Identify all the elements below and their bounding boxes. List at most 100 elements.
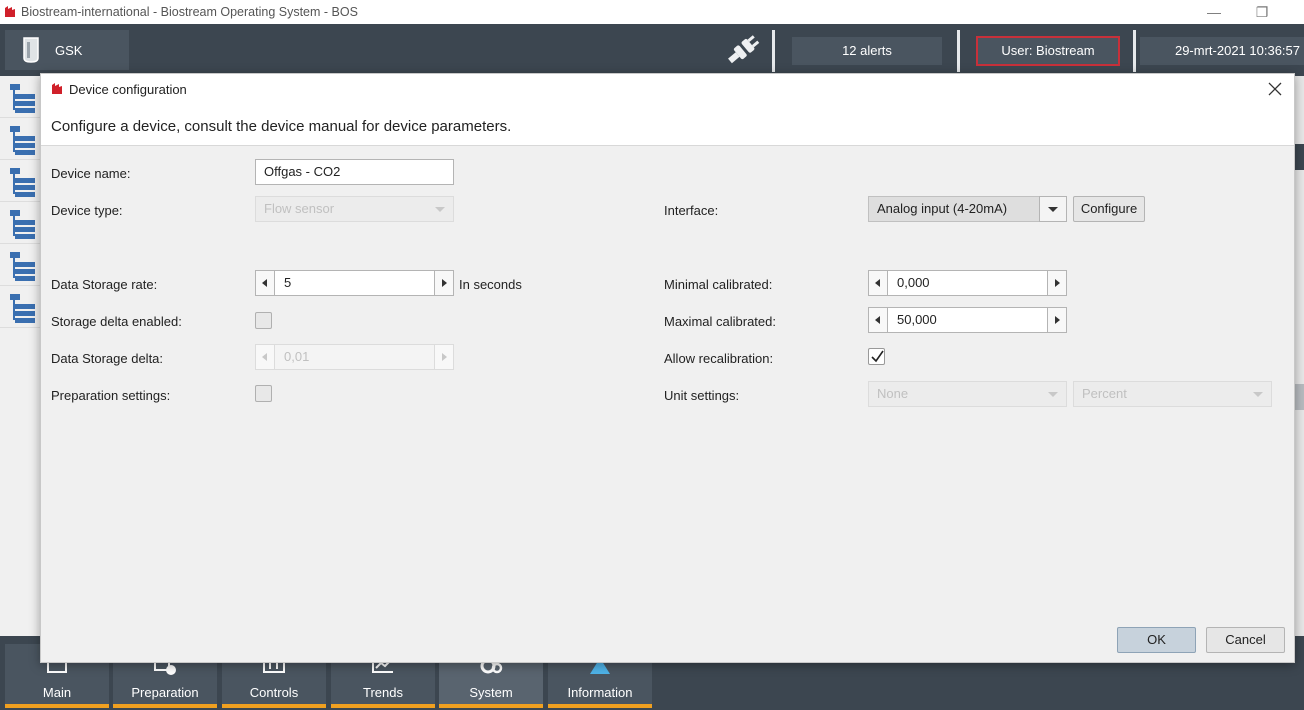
increment-button[interactable]: [1047, 271, 1066, 295]
minimize-button[interactable]: —: [1194, 0, 1234, 24]
storage-rate-unit: In seconds: [459, 277, 522, 292]
chevron-down-icon: [1048, 207, 1058, 212]
storage-delta-label: Data Storage delta:: [51, 351, 164, 366]
sidebar-item[interactable]: [0, 202, 40, 244]
vessel-icon: [23, 37, 39, 63]
increment-button: [434, 345, 453, 369]
chevron-down-icon: [1253, 392, 1263, 397]
restore-button[interactable]: ❐: [1242, 0, 1282, 24]
interface-dropdown-button[interactable]: [1039, 196, 1067, 222]
min-calibrated-spinner[interactable]: 0,000: [868, 270, 1067, 296]
allow-recalibration-checkbox[interactable]: [868, 348, 885, 365]
device-tree-icon: [10, 210, 35, 239]
interface-select[interactable]: Analog input (4-20mA): [868, 196, 1067, 222]
storage-rate-value[interactable]: 5: [284, 271, 291, 295]
device-type-select: Flow sensor: [255, 196, 454, 222]
app-topbar: GSK 12 alerts User: Biostream 29-mrt-202…: [0, 24, 1304, 76]
arrow-left-icon: [262, 279, 267, 287]
device-name-label: Device name:: [51, 166, 131, 181]
nav-tab-label: Preparation: [131, 685, 199, 700]
device-tree-icon: [10, 252, 35, 281]
plant-selector[interactable]: GSK: [5, 30, 129, 70]
arrow-right-icon: [1055, 279, 1060, 287]
user-button[interactable]: User: Biostream: [976, 36, 1120, 66]
app-logo-icon: [5, 6, 15, 17]
unit-select: Percent: [1073, 381, 1272, 407]
device-configuration-dialog: Device configuration Configure a device,…: [40, 73, 1295, 663]
background-scrollbar[interactable]: [1295, 384, 1304, 410]
sidebar-item[interactable]: [0, 76, 40, 118]
chevron-down-icon: [435, 207, 445, 212]
nav-tab-label: Controls: [249, 685, 299, 700]
device-tree-icon: [10, 168, 35, 197]
decrement-button[interactable]: [869, 271, 888, 295]
sidebar-item[interactable]: [0, 160, 40, 202]
device-name-input[interactable]: Offgas - CO2: [255, 159, 454, 185]
device-tree-icon: [10, 294, 35, 323]
cancel-button[interactable]: Cancel: [1206, 627, 1285, 653]
datetime-display: 29-mrt-2021 10:36:57: [1140, 37, 1304, 65]
interface-value: Analog input (4-20mA): [877, 201, 1008, 216]
max-calibrated-label: Maximal calibrated:: [664, 314, 776, 329]
background-panel-edge: [1295, 76, 1304, 636]
decrement-button[interactable]: [256, 271, 275, 295]
dialog-subtitle: Configure a device, consult the device m…: [51, 118, 512, 135]
max-calibrated-spinner[interactable]: 50,000: [868, 307, 1067, 333]
allow-recalibration-label: Allow recalibration:: [664, 351, 774, 366]
app-logo-icon: [52, 83, 62, 94]
decrement-button[interactable]: [869, 308, 888, 332]
storage-delta-enabled-label: Storage delta enabled:: [51, 314, 182, 329]
nav-tab-label: Main: [42, 685, 72, 700]
alerts-button[interactable]: 12 alerts: [792, 37, 942, 65]
close-icon[interactable]: [1266, 80, 1284, 98]
arrow-right-icon: [1055, 316, 1060, 324]
dialog-titlebar: Device configuration: [41, 74, 1294, 104]
unit-quantity-select: None: [868, 381, 1067, 407]
unit-settings-label: Unit settings:: [664, 388, 740, 403]
device-tree-icon: [10, 126, 35, 155]
preparation-settings-label: Preparation settings:: [51, 388, 171, 403]
arrow-right-icon: [442, 353, 447, 361]
unit-quantity-value: None: [877, 386, 909, 401]
configure-button[interactable]: Configure: [1073, 196, 1145, 222]
ok-button[interactable]: OK: [1117, 627, 1196, 653]
topbar-separator: [772, 30, 775, 72]
arrow-right-icon: [442, 279, 447, 287]
decrement-button: [256, 345, 275, 369]
checkmark-icon: [871, 350, 884, 363]
interface-label: Interface:: [664, 203, 719, 218]
dialog-header: Configure a device, consult the device m…: [41, 104, 1294, 146]
window-titlebar: Biostream-international - Biostream Oper…: [0, 0, 1304, 24]
storage-rate-spinner[interactable]: 5: [255, 270, 454, 296]
increment-button[interactable]: [1047, 308, 1066, 332]
dialog-title: Device configuration: [69, 81, 187, 97]
plant-name: GSK: [55, 42, 83, 58]
nav-tab-label: System: [469, 685, 513, 700]
storage-delta-spinner: 0,01: [255, 344, 454, 370]
min-calibrated-label: Minimal calibrated:: [664, 277, 773, 292]
background-header: [1295, 144, 1304, 170]
sidebar-item[interactable]: [0, 286, 40, 328]
device-tree-icon: [10, 84, 35, 113]
topbar-separator: [957, 30, 960, 72]
arrow-left-icon: [875, 316, 880, 324]
unit-value: Percent: [1082, 386, 1127, 401]
sidebar-item[interactable]: [0, 118, 40, 160]
arrow-left-icon: [262, 353, 267, 361]
nav-tab-label: Trends: [363, 685, 403, 700]
sidebar-item[interactable]: [0, 244, 40, 286]
chevron-down-icon: [1048, 392, 1058, 397]
storage-delta-enabled-checkbox[interactable]: [255, 312, 272, 329]
device-type-value: Flow sensor: [264, 201, 335, 216]
increment-button[interactable]: [434, 271, 453, 295]
device-tree-sidebar: [0, 76, 40, 636]
arrow-left-icon: [875, 279, 880, 287]
min-calibrated-value[interactable]: 0,000: [897, 271, 930, 295]
nav-tab-label: Information: [567, 685, 633, 700]
max-calibrated-value[interactable]: 50,000: [897, 308, 937, 332]
disconnected-plug-icon[interactable]: [722, 32, 764, 68]
storage-rate-label: Data Storage rate:: [51, 277, 158, 292]
preparation-settings-checkbox[interactable]: [255, 385, 272, 402]
topbar-separator: [1133, 30, 1136, 72]
window-title: Biostream-international - Biostream Oper…: [21, 5, 358, 19]
